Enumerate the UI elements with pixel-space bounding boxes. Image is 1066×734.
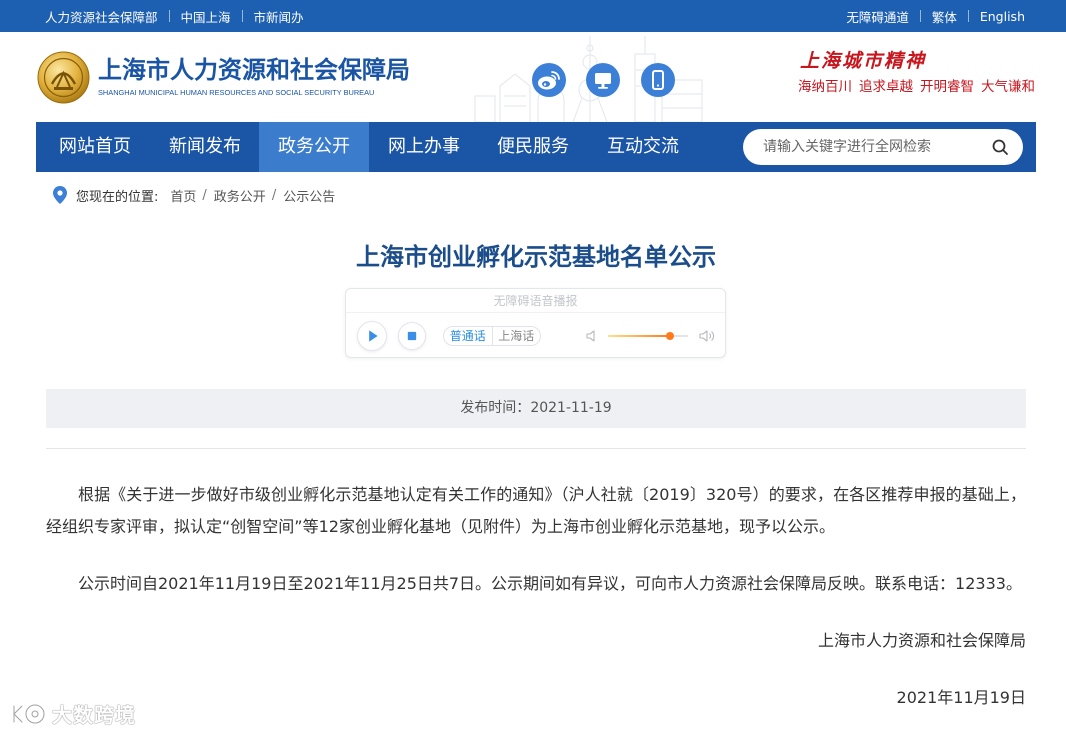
breadcrumb-home[interactable]: 首页: [170, 186, 196, 205]
link-traditional-chinese[interactable]: 繁体: [932, 7, 957, 26]
top-bar-divider: [919, 10, 921, 22]
weibo-icon[interactable]: [532, 63, 566, 97]
top-bar-divider: [168, 10, 170, 22]
watermark-logo: [12, 703, 46, 724]
breadcrumb-gov-affairs[interactable]: 政务公开: [214, 186, 266, 205]
publish-date-label: 发布时间：: [460, 400, 531, 416]
breadcrumb-public-notices[interactable]: 公示公告: [283, 186, 335, 205]
computer-icon[interactable]: [586, 63, 620, 97]
audio-player-heading: 无障碍语音播报: [346, 289, 725, 313]
site-search: [743, 129, 1023, 165]
site-subtitle-english: SHANGHAI MUNICIPAL HUMAN RESOURCES AND S…: [98, 88, 375, 97]
city-spirit-phrase: 追求卓越: [859, 79, 913, 95]
stop-icon: [407, 331, 417, 341]
article-body: 根据《关于进一步做好市级创业孵化示范基地认定有关工作的通知》（沪人社就〔2019…: [46, 479, 1026, 734]
article-paragraph: 公示时间自2021年11月19日至2021年11月25日共7日。公示期间如有异议…: [78, 574, 1022, 593]
play-icon: [369, 330, 378, 342]
search-icon[interactable]: [991, 138, 1009, 156]
volume-knob[interactable]: [666, 332, 675, 340]
top-bar-divider: [967, 10, 969, 22]
link-china-shanghai[interactable]: 中国上海: [181, 7, 231, 26]
volume-high-icon[interactable]: [698, 328, 716, 344]
site-header: 上海市人力资源和社会保障局 SHANGHAI MUNICIPAL HUMAN R…: [0, 32, 1066, 122]
article-signed-date: 2021年11月19日: [896, 688, 1026, 707]
article-signature: 上海市人力资源和社会保障局: [817, 631, 1026, 650]
nav-item-interaction[interactable]: 互动交流: [588, 122, 698, 172]
location-pin-icon: [53, 186, 67, 204]
top-bar-right-links: 无障碍通道 繁体 English: [846, 0, 1025, 32]
top-bar-left-links: 人力资源社会保障部 中国上海 市新闻办: [45, 0, 304, 32]
publish-info-bar: 发布时间：2021-11-19: [46, 389, 1026, 428]
play-button[interactable]: [357, 321, 387, 351]
bureau-emblem-logo[interactable]: [37, 51, 90, 104]
nav-item-home[interactable]: 网站首页: [40, 122, 150, 172]
breadcrumb-separator: /: [202, 187, 207, 203]
nav-item-news[interactable]: 新闻发布: [150, 122, 260, 172]
volume-low-icon[interactable]: [585, 329, 599, 343]
article-title: 上海市创业孵化示范基地名单公示: [356, 243, 716, 271]
site-title[interactable]: 上海市人力资源和社会保障局: [98, 56, 410, 84]
breadcrumb-separator: /: [271, 187, 277, 203]
watermark: 大数跨境: [8, 699, 136, 728]
top-bar-divider: [241, 10, 243, 22]
city-spirit-phrase: 开明睿智: [920, 79, 974, 95]
volume-slider[interactable]: [608, 332, 688, 340]
city-spirit-phrase: 大气谦和: [981, 79, 1035, 95]
link-press-office[interactable]: 市新闻办: [254, 7, 304, 26]
link-accessibility[interactable]: 无障碍通道: [846, 7, 909, 26]
breadcrumb-label: 您现在的位置:: [76, 189, 159, 205]
nav-item-convenience[interactable]: 便民服务: [478, 122, 588, 172]
main-nav: 网站首页 新闻发布 政务公开 网上办事 便民服务 互动交流: [36, 122, 1036, 172]
nav-item-gov-affairs[interactable]: 政务公开: [259, 122, 369, 172]
breadcrumb: 您现在的位置: 首页 / 政务公开 / 公示公告: [53, 183, 335, 207]
dialect-toggle: 普通话 上海话: [443, 326, 541, 346]
link-mohrss[interactable]: 人力资源社会保障部: [45, 7, 158, 26]
content-divider: [46, 448, 1026, 449]
publish-date: 2021-11-19: [530, 400, 612, 416]
volume-level-fill: [608, 335, 671, 337]
dialect-mandarin[interactable]: 普通话: [444, 327, 492, 345]
accessibility-audio-player: 无障碍语音播报 普通话 上海话: [345, 288, 726, 358]
nav-item-online-services[interactable]: 网上办事: [369, 122, 479, 172]
mobile-icon[interactable]: [641, 63, 675, 97]
search-input[interactable]: [743, 129, 988, 165]
article-paragraph: 根据《关于进一步做好市级创业孵化示范基地认定有关工作的通知》（沪人社就〔2019…: [46, 485, 1026, 536]
top-bar: 人力资源社会保障部 中国上海 市新闻办 无障碍通道 繁体 English: [0, 0, 1066, 32]
link-english[interactable]: English: [980, 9, 1025, 24]
watermark-text: 大数跨境: [52, 703, 136, 727]
dialect-shanghainese[interactable]: 上海话: [491, 327, 541, 345]
city-spirit-phrases: 海纳百川 追求卓越 开明睿智 大气谦和: [798, 79, 1035, 95]
city-spirit-title: 上海城市精神: [800, 50, 927, 72]
stop-button[interactable]: [398, 322, 426, 350]
city-spirit-phrase: 海纳百川: [798, 79, 852, 95]
